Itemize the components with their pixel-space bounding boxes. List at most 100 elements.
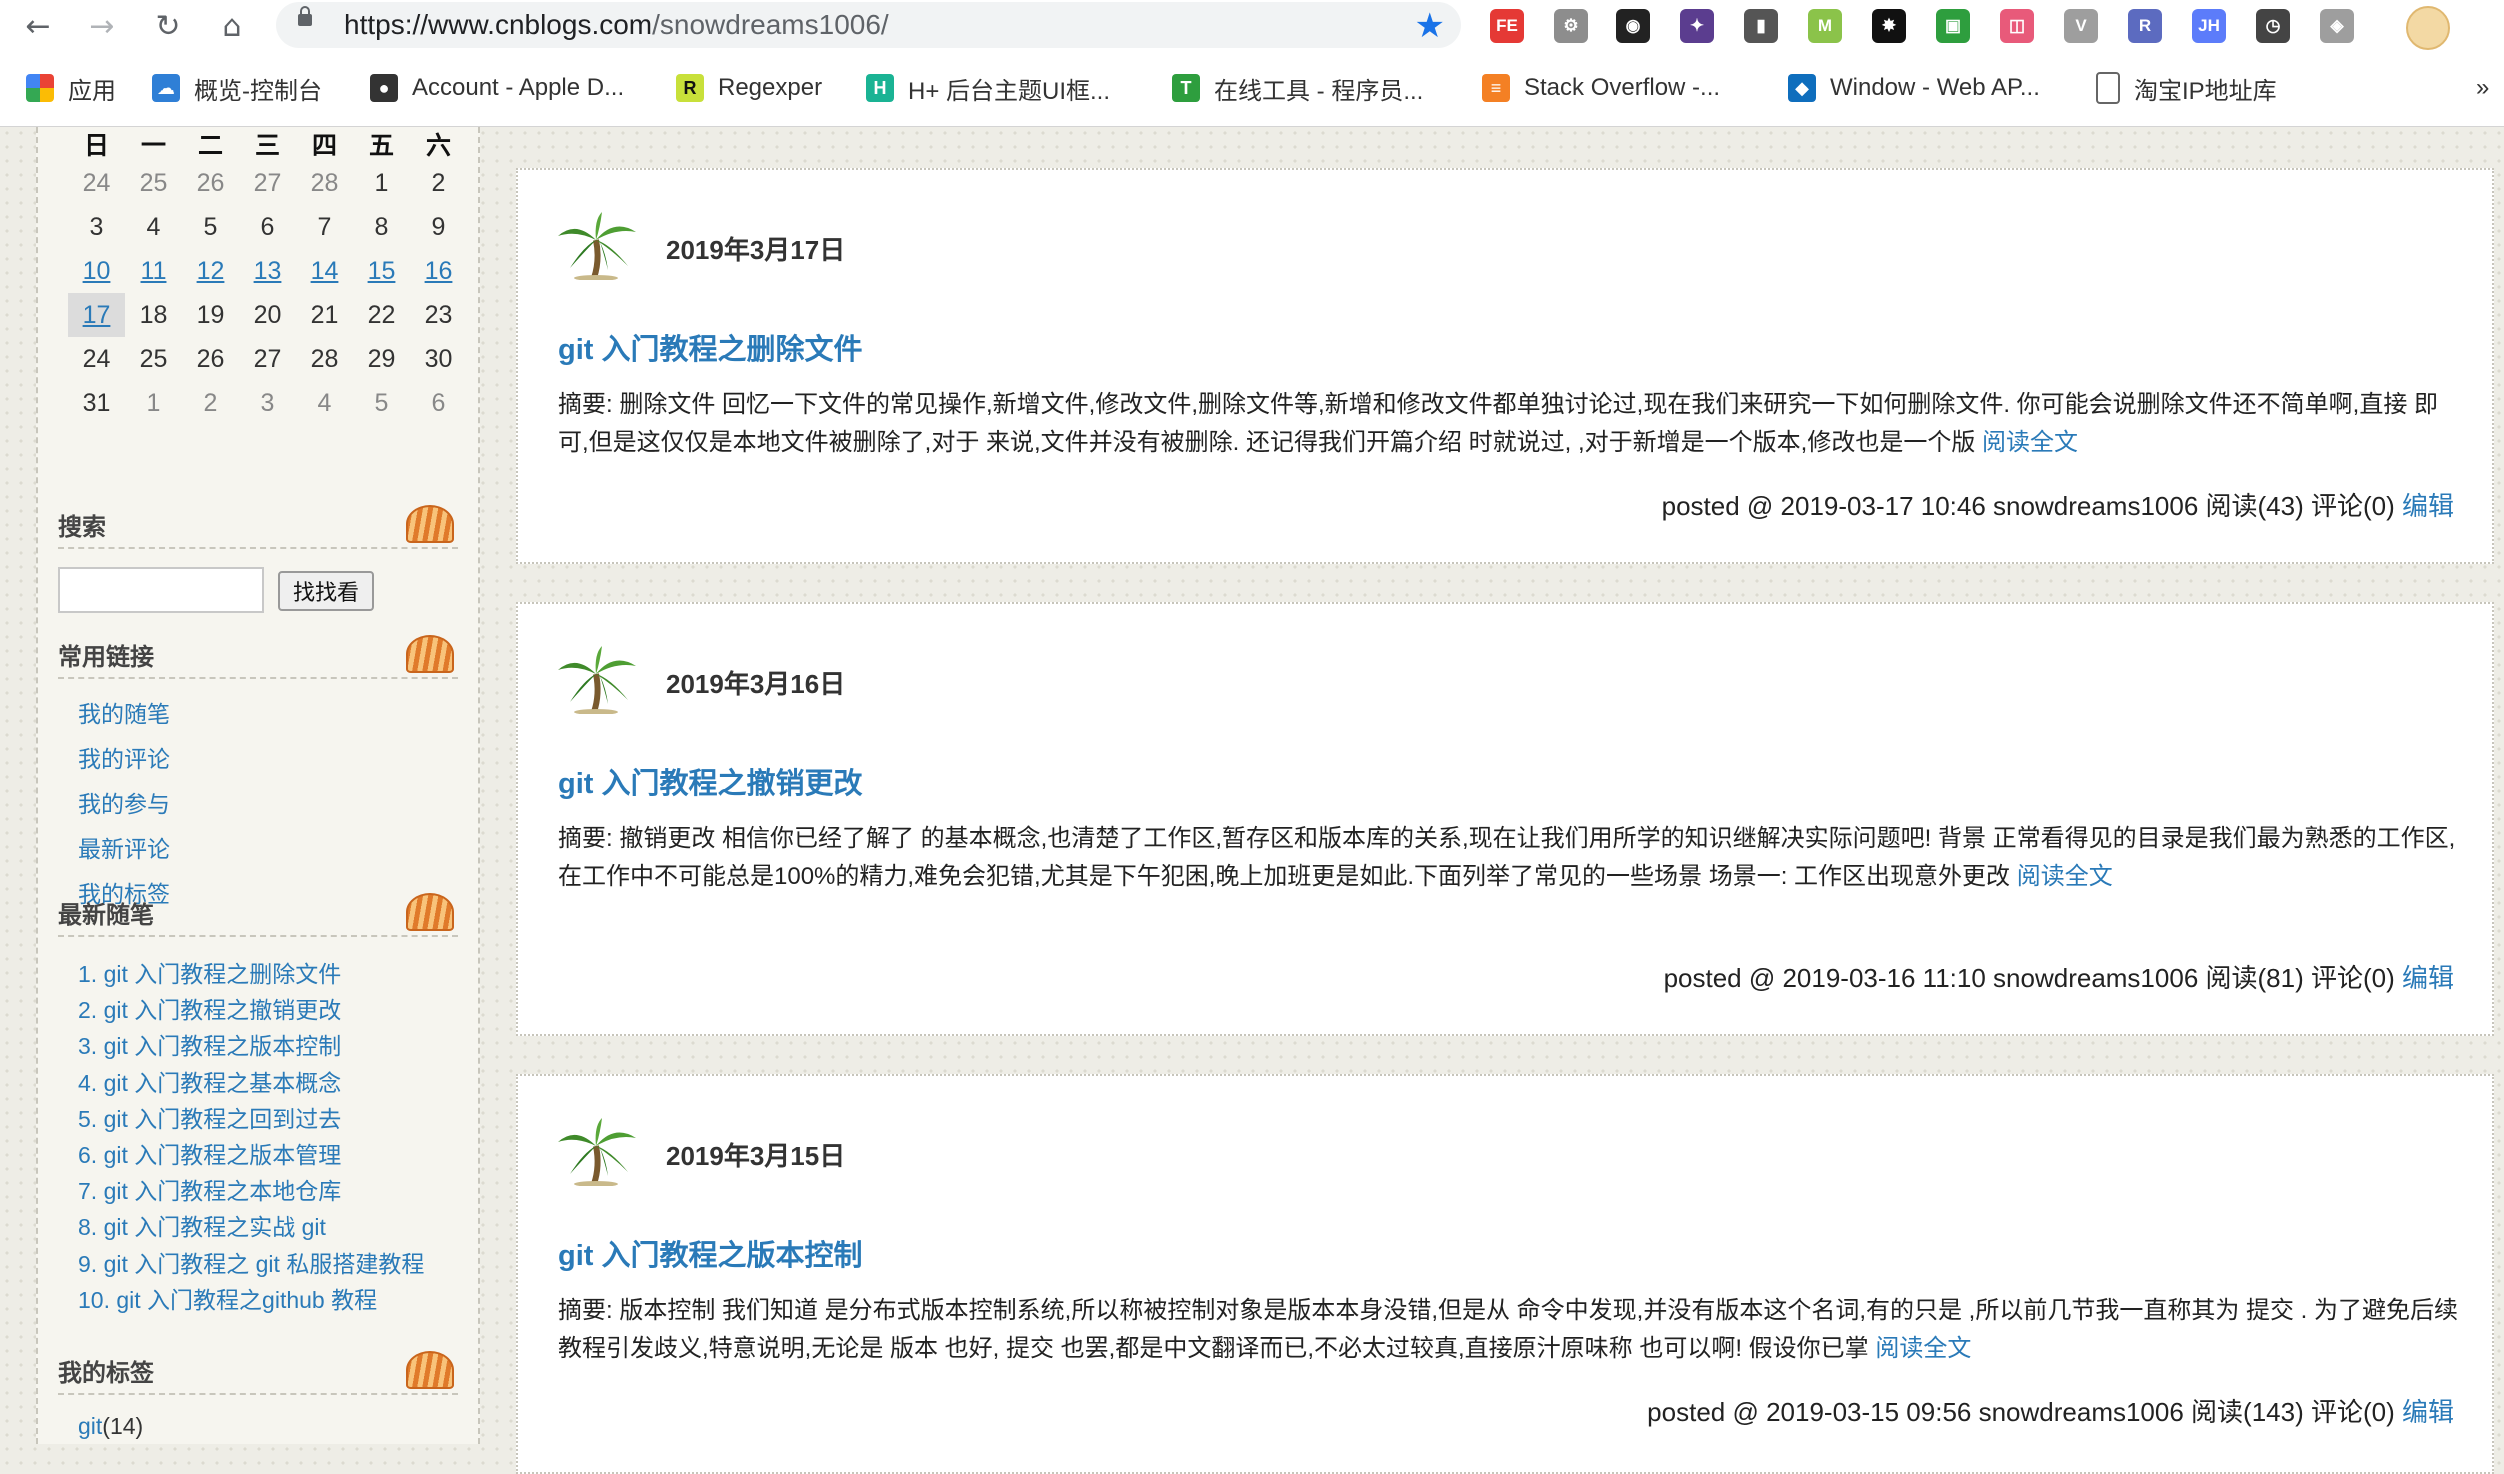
extension-icon[interactable]: FE [1490,9,1524,43]
post-footer: posted @ 2019-03-16 11:10 snowdreams1006… [1664,958,2454,995]
bookmark-online-tools[interactable]: T 在线工具 - 程序员... [1172,70,1423,106]
calendar-day-link[interactable]: 12 [182,249,239,293]
calendar-day: 31 [82,388,111,417]
blog-calendar: 日一二三四五六 24 25 26 27 28 1 2 3 4 5 6 7 8 9 10 11 12 13 14 15 1… [68,127,467,425]
sidebar-common-link[interactable]: 最新评论 [78,830,170,864]
calendar-weekday: 二 [197,132,223,160]
post-meta-text: posted @ 2019-03-16 11:10 snowdreams1006… [1663,963,2395,993]
post-title-link[interactable]: git 入门教程之撤销更改 [558,760,863,802]
extension-icon[interactable]: ⚙ [1554,9,1588,43]
calendar-week-row: 24 25 26 27 28 1 2 [68,161,467,205]
extension-icon[interactable]: ▮ [1744,9,1778,43]
recent-post-link[interactable]: 9. git 入门教程之 git 私服搭建教程 [78,1245,424,1279]
extension-icon[interactable]: ✦ [1680,9,1714,43]
post-card: 2019年3月15日 git 入门教程之版本控制 摘要: 版本控制 我们知道 是分布… [516,1074,2494,1474]
bookmark-taobao-ip[interactable]: 淘宝IP地址库 [2096,70,2277,106]
reload-icon[interactable]: ↻ [150,8,186,44]
recent-post-link[interactable]: 6. git 入门教程之版本管理 [78,1136,341,1170]
calendar-day: 28 [310,168,339,197]
bookmark-apps[interactable]: 应用 [26,70,116,106]
extension-icon[interactable]: M [1808,9,1842,43]
post-summary-text: 摘要: 撤销更改 相信你已经了解了 的基本概念,也清楚了工作区,暂存区和版本库的… [558,825,2456,890]
document-icon [2096,72,2120,104]
calendar-day-link[interactable]: 13 [239,249,296,293]
recent-post-link[interactable]: 8. git 入门教程之实战 git [78,1208,326,1242]
tags-title-text: 我的标签 [58,1360,154,1387]
calendar-day: 18 [139,300,168,329]
extension-icon[interactable]: ◈ [2320,9,2354,43]
search-button[interactable]: 找找看 [278,571,374,611]
sidebar-common-link[interactable]: 我的评论 [78,740,170,774]
calendar-day-link[interactable]: 11 [125,249,182,293]
extension-icon[interactable]: R [2128,9,2162,43]
bookmark-hplus-ui[interactable]: H H+ 后台主题UI框... [866,70,1110,106]
calendar-weekday: 三 [254,132,280,160]
bookmarks-overflow-chevron[interactable]: » [2476,70,2489,106]
recent-post-link[interactable]: 7. git 入门教程之本地仓库 [78,1172,341,1206]
post-summary: 摘要: 删除文件 回忆一下文件的常见操作,新增文件,修改文件,删除文件等,新增和… [558,386,2458,462]
post-footer: posted @ 2019-03-15 09:56 snowdreams1006… [1647,1392,2454,1429]
bookmark-window-webapi[interactable]: ◆ Window - Web AP... [1788,70,2040,106]
url-text[interactable]: https://www.cnblogs.com/snowdreams1006/ [344,9,889,41]
calendar-day-link[interactable]: 15 [353,249,410,293]
back-arrow-icon[interactable]: ← [20,8,56,44]
recent-post-link[interactable]: 4. git 入门教程之基本概念 [78,1064,341,1098]
bookmark-stackoverflow[interactable]: ≡ Stack Overflow -... [1482,70,1720,106]
sidebar-common-link[interactable]: 我的随笔 [78,695,170,729]
read-more-link[interactable]: 阅读全文 [2017,863,2113,890]
calendar-week-row: 31 1 2 3 4 5 6 [68,381,467,425]
calendar-day-link[interactable]: 10 [68,249,125,293]
read-more-link[interactable]: 阅读全文 [1875,1335,1971,1362]
recent-post-link[interactable]: 1. git 入门教程之删除文件 [78,955,341,989]
edit-link[interactable]: 编辑 [2402,491,2454,521]
post-meta-text: posted @ 2019-03-15 09:56 snowdreams1006… [1647,1397,2395,1427]
extension-icon[interactable]: JH [2192,9,2226,43]
calendar-day: 29 [367,344,396,373]
calendar-day: 5 [203,212,218,241]
calendar-day: 27 [253,344,282,373]
calendar-weekday: 四 [311,132,337,160]
edit-link[interactable]: 编辑 [2402,963,2454,993]
extension-icon[interactable]: V [2064,9,2098,43]
bookmark-apple-account[interactable]: ● Account - Apple D... [370,70,624,106]
forward-arrow-icon[interactable]: → [84,8,120,44]
extension-icon[interactable]: ◉ [1616,9,1650,43]
bookmark-label: Window - Web AP... [1830,74,2040,101]
recent-post-link[interactable]: 3. git 入门教程之版本控制 [78,1027,341,1061]
calendar-day: 22 [367,300,396,329]
extension-icon[interactable]: ✸ [1872,9,1906,43]
calendar-day: 4 [317,388,332,417]
lock-icon [298,6,312,26]
extension-icon[interactable]: ▣ [1936,9,1970,43]
calendar-day-link[interactable]: 16 [410,249,467,293]
bookmark-aliyun-console[interactable]: ☁ 概览-控制台 [152,70,322,106]
home-icon[interactable]: ⌂ [214,8,250,44]
extension-icon[interactable]: ◷ [2256,9,2290,43]
apple-icon: ● [370,74,398,102]
calendar-day: 5 [374,388,389,417]
calendar-day-link[interactable]: 17 [68,293,125,337]
calendar-day: 24 [82,168,111,197]
calendar-weekday: 六 [425,132,451,160]
calendar-day: 4 [146,212,161,241]
regexper-icon: R [676,74,704,102]
post-title-link[interactable]: git 入门教程之删除文件 [558,326,863,368]
seashell-icon [406,1351,454,1389]
bookmark-star-icon[interactable]: ★ [1415,6,1445,46]
recent-post-link[interactable]: 5. git 入门教程之回到过去 [78,1100,341,1134]
edit-link[interactable]: 编辑 [2402,1397,2454,1427]
address-bar[interactable]: https://www.cnblogs.com/snowdreams1006/ … [276,2,1461,48]
sidebar-common-link[interactable]: 我的参与 [78,785,170,819]
seashell-icon [406,635,454,673]
calendar-day-link[interactable]: 14 [296,249,353,293]
search-input[interactable] [58,567,264,613]
recent-post-link[interactable]: 2. git 入门教程之撤销更改 [78,991,341,1025]
profile-avatar[interactable] [2406,6,2450,50]
bookmark-regexper[interactable]: R Regexper [676,70,822,106]
tag-link-git[interactable]: git(14) [78,1413,143,1440]
recent-post-link[interactable]: 10. git 入门教程之github 教程 [78,1281,377,1315]
extension-icon[interactable]: ◫ [2000,9,2034,43]
read-more-link[interactable]: 阅读全文 [1982,429,2078,456]
post-title-link[interactable]: git 入门教程之版本控制 [558,1232,863,1274]
calendar-day: 9 [431,212,446,241]
